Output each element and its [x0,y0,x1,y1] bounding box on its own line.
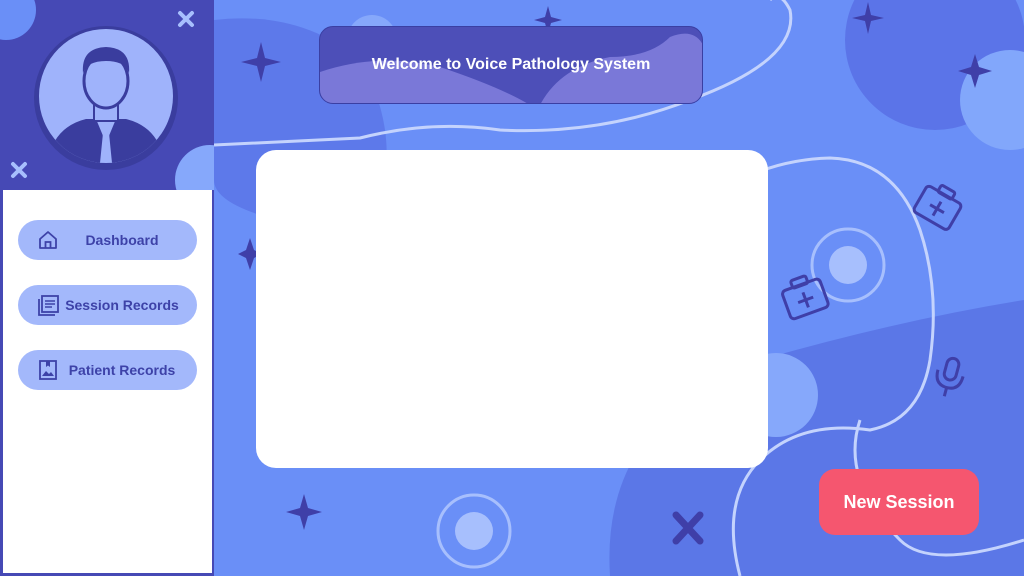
welcome-banner: Welcome to Voice Pathology System [319,26,703,104]
user-avatar-icon [34,26,178,170]
sidebar: Dashboard Session Records Patient Record… [0,0,214,576]
first-aid-kit-icon [781,274,830,321]
new-session-button[interactable]: New Session [819,469,979,535]
content-panel [256,150,768,468]
sidebar-item-label: Patient Records [68,362,176,378]
sidebar-item-session-records[interactable]: Session Records [18,285,197,325]
sidebar-item-dashboard[interactable]: Dashboard [18,220,197,260]
patient-file-icon [35,357,61,383]
ring-decoration [455,512,493,550]
sidebar-nav: Dashboard Session Records Patient Record… [3,190,212,573]
records-icon [35,292,61,318]
sidebar-item-label: Dashboard [85,232,159,248]
page-title: Welcome to Voice Pathology System [371,56,651,73]
sidebar-item-label: Session Records [65,297,179,313]
sidebar-item-patient-records[interactable]: Patient Records [18,350,197,390]
star-decoration [286,494,322,530]
home-icon [35,227,61,253]
ring-decoration [829,246,867,284]
first-aid-kit-icon [912,184,963,231]
